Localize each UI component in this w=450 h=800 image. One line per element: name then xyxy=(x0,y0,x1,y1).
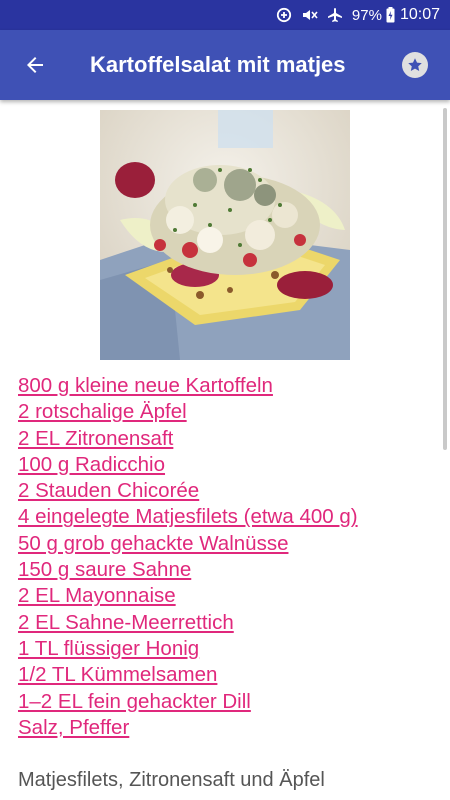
ingredient-link[interactable]: 1–2 EL fein gehackter Dill xyxy=(18,689,438,715)
data-saver-icon xyxy=(276,7,292,23)
ingredient-link[interactable]: 800 g kleine neue Kartoffeln xyxy=(18,373,438,399)
battery-charging-icon xyxy=(386,7,395,23)
status-bar: 97% 10:07 xyxy=(0,0,450,30)
battery-percentage: 97% xyxy=(351,6,382,24)
page-title: Kartoffelsalat mit matjes xyxy=(90,52,346,77)
app-bar: Kartoffelsalat mit matjes xyxy=(0,30,450,100)
airplane-mode-icon xyxy=(327,7,343,23)
ingredient-link[interactable]: 150 g saure Sahne xyxy=(18,557,438,583)
mute-icon xyxy=(301,7,318,23)
ingredient-link[interactable]: 4 eingelegte Matjesfilets (etwa 400 g) xyxy=(18,504,438,530)
scrollbar[interactable] xyxy=(443,108,447,450)
ingredient-link[interactable]: 1 TL flüssiger Honig xyxy=(18,636,438,662)
clock: 10:07 xyxy=(399,6,440,23)
arrow-back-icon xyxy=(27,57,43,73)
ingredient-list: 800 g kleine neue Kartoffeln 2 rotschali… xyxy=(18,373,438,741)
ingredient-link[interactable]: 2 EL Mayonnaise xyxy=(18,583,438,609)
back-button[interactable] xyxy=(0,30,70,100)
ingredient-link[interactable]: 2 rotschalige Äpfel xyxy=(18,399,438,425)
ingredient-link[interactable]: 100 g Radicchio xyxy=(18,452,438,478)
ingredient-link[interactable]: 2 EL Sahne-Meerrettich xyxy=(18,610,438,636)
ingredient-link[interactable]: 2 Stauden Chicorée xyxy=(18,478,438,504)
star-icon xyxy=(408,58,422,71)
ingredient-link[interactable]: 1/2 TL Kümmelsamen xyxy=(18,662,438,688)
recipe-photo xyxy=(100,110,350,360)
favorite-button[interactable] xyxy=(402,52,428,78)
ingredient-link[interactable]: Salz, Pfeffer xyxy=(18,715,438,741)
recipe-content[interactable]: 800 g kleine neue Kartoffeln 2 rotschali… xyxy=(0,100,450,800)
ingredient-link[interactable]: 2 EL Zitronensaft xyxy=(18,426,438,452)
ingredient-link[interactable]: 50 g grob gehackte Walnüsse xyxy=(18,531,438,557)
instructions-text: Matjesfilets, Zitronensaft und Äpfel xyxy=(18,769,325,791)
